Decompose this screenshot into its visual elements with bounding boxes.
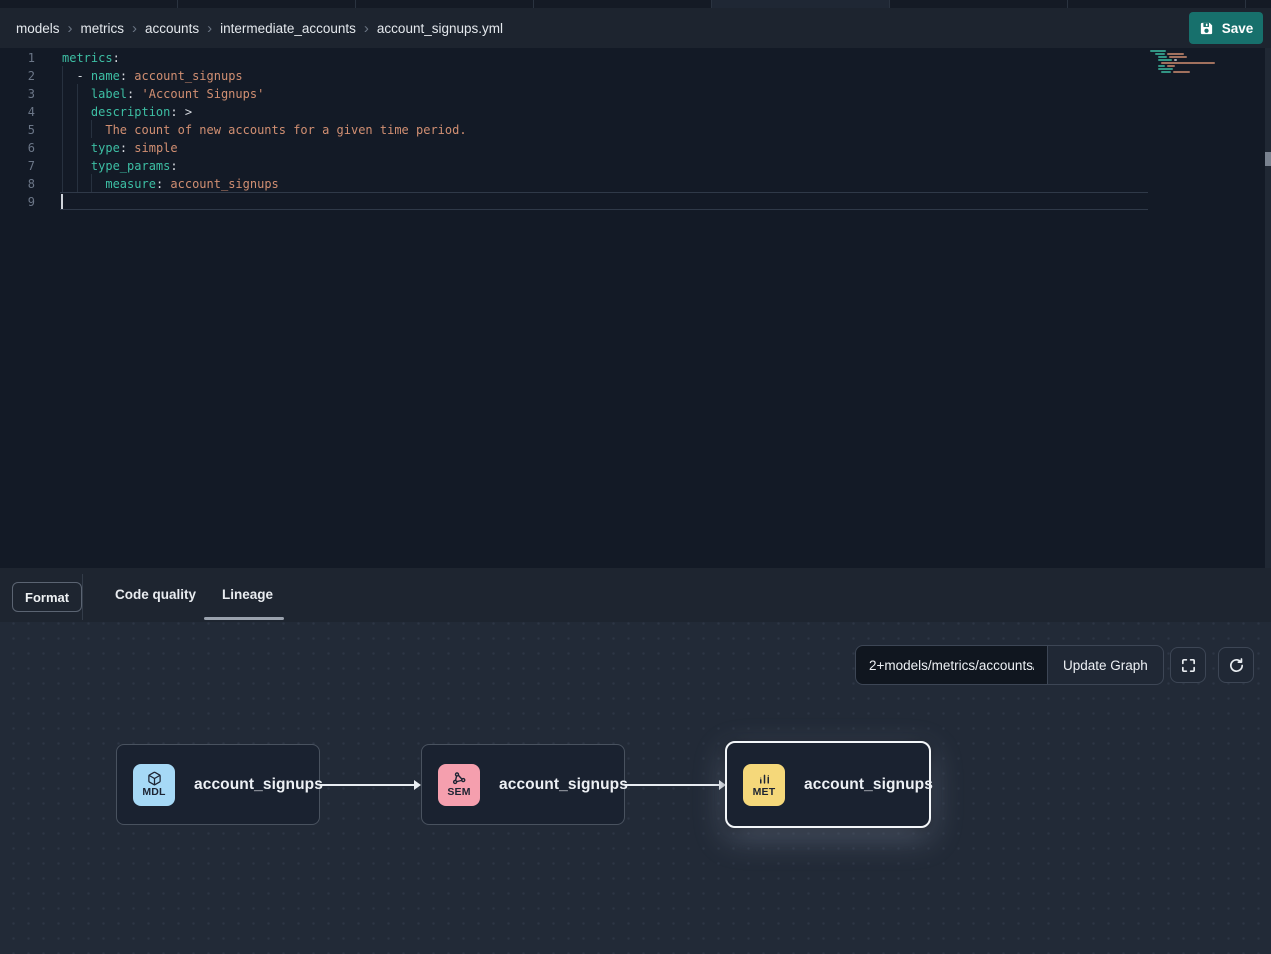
code-line: description: > [62, 103, 467, 121]
tab-divider [711, 0, 712, 8]
tab-code-quality[interactable]: Code quality [115, 587, 196, 602]
ide-window: models › metrics › accounts › intermedia… [0, 0, 1271, 954]
code-line: - name: account_signups [62, 67, 467, 85]
update-graph-button[interactable]: Update Graph [1047, 645, 1164, 685]
fullscreen-button[interactable] [1170, 647, 1206, 683]
badge-label: MDL [142, 787, 165, 799]
active-tab-underline [204, 617, 284, 620]
line-number: 3 [0, 85, 48, 103]
editor-gutter: 1 2 3 4 5 6 7 8 9 [0, 49, 48, 211]
code-content[interactable]: metrics: - name: account_signups label: … [62, 49, 467, 211]
badge-label: SEM [447, 787, 470, 799]
tab-divider [177, 0, 178, 8]
chevron-right-icon: › [207, 21, 212, 36]
lineage-node-semantic-model[interactable]: SEM account_signups [421, 744, 625, 825]
code-line: type: simple [62, 139, 467, 157]
tab-lineage[interactable]: Lineage [222, 587, 273, 602]
breadcrumb-bar: models › metrics › accounts › intermedia… [0, 8, 1271, 48]
cube-icon [147, 771, 162, 787]
scrollbar-marker[interactable] [1265, 152, 1271, 166]
metric-badge: MET [743, 764, 785, 806]
network-nodes-icon [452, 771, 467, 787]
badge-label: MET [753, 787, 776, 799]
code-line: The count of new accounts for a given ti… [62, 121, 467, 139]
model-badge: MDL [133, 764, 175, 806]
save-floppy-icon [1199, 21, 1214, 36]
lineage-selector-input[interactable] [855, 645, 1048, 685]
tab-divider [533, 0, 534, 8]
code-editor[interactable]: 1 2 3 4 5 6 7 8 9 metrics: - name: accou… [0, 48, 1271, 568]
breadcrumb-item-models[interactable]: models [16, 21, 60, 36]
breadcrumb-item-accounts[interactable]: accounts [145, 21, 199, 36]
chevron-right-icon: › [132, 21, 137, 36]
tab-divider [889, 0, 890, 8]
chevron-right-icon: › [68, 21, 73, 36]
top-tab-segment-active [711, 0, 889, 8]
line-number: 7 [0, 157, 48, 175]
code-line: label: 'Account Signups' [62, 85, 467, 103]
format-button[interactable]: Format [12, 582, 82, 612]
breadcrumb-item-intermediate-accounts[interactable]: intermediate_accounts [220, 21, 356, 36]
lineage-edge [625, 784, 720, 786]
lineage-node-metric-selected[interactable]: MET account_signups [725, 741, 931, 828]
semantic-model-badge: SEM [438, 764, 480, 806]
expand-brackets-icon [1180, 657, 1197, 674]
refresh-button[interactable] [1218, 647, 1254, 683]
line-number: 1 [0, 49, 48, 67]
save-button-label: Save [1222, 21, 1254, 36]
toolbar-divider [82, 574, 83, 620]
breadcrumb-item-metrics[interactable]: metrics [81, 21, 125, 36]
node-title: account_signups [499, 776, 628, 794]
lineage-node-model[interactable]: MDL account_signups [116, 744, 320, 825]
tab-divider [1245, 0, 1246, 8]
lineage-graph-canvas[interactable]: Update Graph [0, 622, 1271, 954]
refresh-icon [1228, 657, 1245, 674]
code-line [62, 193, 467, 211]
chevron-right-icon: › [364, 21, 369, 36]
code-line: metrics: [62, 49, 467, 67]
code-line: type_params: [62, 157, 467, 175]
lineage-selector-group: Update Graph [855, 645, 1164, 685]
editor-scrollbar[interactable] [1265, 48, 1271, 568]
lineage-edge [320, 784, 415, 786]
minimap[interactable] [1150, 50, 1262, 74]
line-number: 9 [0, 193, 48, 211]
save-button[interactable]: Save [1189, 12, 1263, 44]
node-title: account_signups [804, 776, 933, 794]
line-number: 4 [0, 103, 48, 121]
node-title: account_signups [194, 776, 323, 794]
edge-arrowhead-icon [414, 780, 421, 790]
line-number: 2 [0, 67, 48, 85]
tab-divider [1067, 0, 1068, 8]
line-number: 8 [0, 175, 48, 193]
bottom-panel-toolbar: Format Code quality Lineage [0, 568, 1271, 622]
bar-chart-icon [757, 771, 772, 787]
line-number: 5 [0, 121, 48, 139]
code-line: measure: account_signups [62, 175, 467, 193]
breadcrumb-item-current-file[interactable]: account_signups.yml [377, 21, 503, 36]
top-tabs-strip [0, 0, 1271, 8]
line-number: 6 [0, 139, 48, 157]
tab-divider [355, 0, 356, 8]
